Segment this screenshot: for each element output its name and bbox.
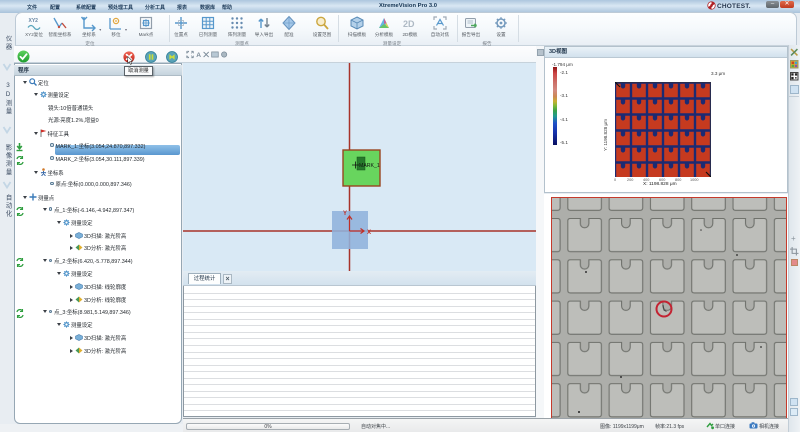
- svg-text:Y: Y: [343, 211, 347, 217]
- svg-text:2D: 2D: [403, 19, 415, 29]
- svg-text:X: X: [367, 230, 371, 236]
- svg-text:A: A: [196, 52, 201, 59]
- svg-text:MARK_1: MARK_1: [359, 163, 380, 169]
- svg-text:XY2: XY2: [29, 18, 39, 24]
